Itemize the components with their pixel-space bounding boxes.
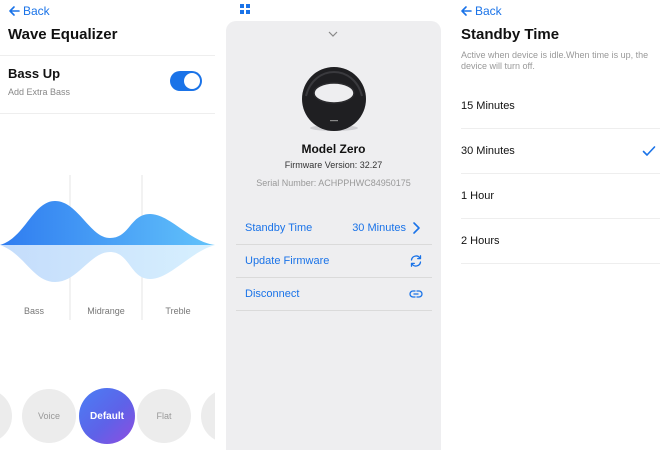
back-button[interactable]: Back bbox=[460, 4, 502, 18]
chevron-down-icon[interactable] bbox=[328, 31, 338, 37]
band-label-midrange: Midrange bbox=[87, 306, 125, 316]
equalizer-panel: Back Wave Equalizer Bass Up Add Extra Ba… bbox=[0, 0, 215, 450]
option-label: 15 Minutes bbox=[461, 100, 515, 112]
page-title: Wave Equalizer bbox=[8, 26, 118, 43]
band-label-treble: Treble bbox=[165, 306, 191, 316]
refresh-icon bbox=[410, 255, 422, 267]
link-icon bbox=[409, 290, 423, 298]
equalizer-wave[interactable] bbox=[0, 170, 215, 320]
grid-icon[interactable] bbox=[240, 4, 250, 14]
preset-button[interactable] bbox=[0, 389, 12, 443]
update-firmware-row[interactable]: Update Firmware bbox=[236, 245, 432, 278]
device-panel: Model Zero Firmware Version: 32.27 Seria… bbox=[215, 0, 452, 450]
firmware-version: Firmware Version: 32.27 bbox=[284, 160, 383, 170]
disconnect-row[interactable]: Disconnect bbox=[236, 278, 432, 311]
standby-time-row[interactable]: Standby Time 30 Minutes bbox=[236, 212, 432, 245]
back-label: Back bbox=[23, 4, 50, 18]
arrow-left-icon bbox=[461, 6, 472, 16]
page-title: Standby Time bbox=[461, 26, 560, 43]
preset-button[interactable] bbox=[201, 389, 215, 443]
back-label: Back bbox=[475, 4, 502, 18]
bass-up-toggle[interactable] bbox=[170, 71, 202, 91]
checkmark-icon bbox=[642, 146, 656, 156]
band-label-bass: Bass bbox=[23, 306, 44, 316]
back-button[interactable]: Back bbox=[8, 4, 50, 18]
row-value: 30 Minutes bbox=[352, 222, 406, 234]
wave-top bbox=[0, 201, 215, 245]
option-label: 2 Hours bbox=[461, 235, 500, 247]
row-label: Standby Time bbox=[245, 222, 313, 234]
device-model: Model Zero bbox=[301, 142, 366, 156]
preset-default-button[interactable]: Default bbox=[79, 388, 135, 444]
option-15-minutes[interactable]: 15 Minutes bbox=[461, 84, 660, 129]
option-2-hours[interactable]: 2 Hours bbox=[461, 219, 660, 264]
serial-number: Serial Number: ACHPPHWC84950175 bbox=[256, 178, 411, 188]
chevron-right-icon bbox=[413, 222, 420, 234]
standby-description: Active when device is idle.When time is … bbox=[461, 50, 649, 71]
preset-voice-button[interactable]: Voice bbox=[22, 389, 76, 443]
row-label: Update Firmware bbox=[245, 255, 330, 267]
divider bbox=[0, 55, 215, 56]
row-label: Disconnect bbox=[245, 288, 300, 300]
option-1-hour[interactable]: 1 Hour bbox=[461, 174, 660, 219]
bass-up-title: Bass Up bbox=[8, 66, 61, 81]
option-30-minutes[interactable]: 30 Minutes bbox=[461, 129, 660, 174]
speaker-image bbox=[302, 67, 366, 131]
bass-up-subtitle: Add Extra Bass bbox=[8, 87, 71, 97]
wave-bottom bbox=[0, 245, 215, 282]
option-label: 30 Minutes bbox=[461, 145, 515, 157]
divider bbox=[0, 113, 215, 114]
toggle-knob bbox=[184, 73, 200, 89]
arrow-left-icon bbox=[9, 6, 20, 16]
standby-panel: Back Standby Time Active when device is … bbox=[452, 0, 660, 450]
preset-flat-button[interactable]: Flat bbox=[137, 389, 191, 443]
option-label: 1 Hour bbox=[461, 190, 495, 202]
